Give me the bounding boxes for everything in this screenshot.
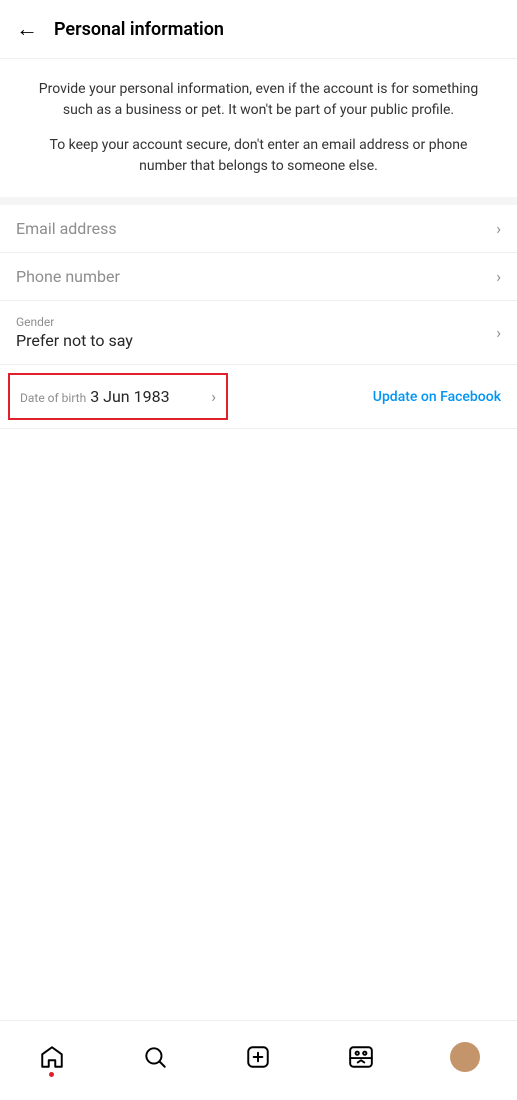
gender-content: Gender Prefer not to say — [16, 315, 488, 350]
phone-label: Phone number — [16, 267, 488, 286]
profile-avatar — [450, 1042, 480, 1072]
gender-label: Gender — [16, 315, 488, 329]
gender-chevron-icon: › — [496, 323, 501, 342]
main-description: Provide your personal information, even … — [30, 79, 487, 121]
dob-label: Date of birth — [20, 391, 86, 405]
security-description: To keep your account secure, don't enter… — [30, 135, 487, 177]
dob-chevron-icon: › — [211, 387, 216, 406]
email-chevron-icon: › — [496, 219, 501, 238]
nav-reels[interactable] — [347, 1043, 375, 1071]
search-icon — [141, 1043, 169, 1071]
nav-search[interactable] — [141, 1043, 169, 1071]
dob-field-row[interactable]: Date of birth 3 Jun 1983 › — [8, 373, 228, 420]
gender-value: Prefer not to say — [16, 331, 488, 350]
add-icon — [244, 1043, 272, 1071]
gender-field-row[interactable]: Gender Prefer not to say › — [0, 301, 517, 365]
home-icon — [38, 1043, 66, 1071]
nav-profile[interactable] — [450, 1042, 480, 1072]
page-title: Personal information — [54, 19, 224, 40]
fields-container: Email address › Phone number › Gender Pr… — [0, 205, 517, 725]
update-facebook-link[interactable]: Update on Facebook — [357, 389, 517, 405]
spacer — [0, 725, 517, 1021]
phone-field-row[interactable]: Phone number › — [0, 253, 517, 301]
nav-home[interactable] — [38, 1043, 66, 1071]
dob-content: Date of birth 3 Jun 1983 — [20, 387, 205, 406]
email-content: Email address — [16, 219, 488, 238]
nav-add[interactable] — [244, 1043, 272, 1071]
dob-value: 3 Jun 1983 — [90, 387, 169, 406]
back-button[interactable]: ← — [16, 14, 46, 44]
email-label: Email address — [16, 219, 488, 238]
home-notification-dot — [49, 1072, 54, 1077]
header: ← Personal information — [0, 0, 517, 59]
description-area: Provide your personal information, even … — [0, 59, 517, 205]
bottom-nav — [0, 1020, 517, 1100]
phone-content: Phone number — [16, 267, 488, 286]
dob-row-wrapper: Date of birth 3 Jun 1983 › Update on Fac… — [0, 365, 517, 429]
reels-icon — [347, 1043, 375, 1071]
email-field-row[interactable]: Email address › — [0, 205, 517, 253]
phone-chevron-icon: › — [496, 267, 501, 286]
